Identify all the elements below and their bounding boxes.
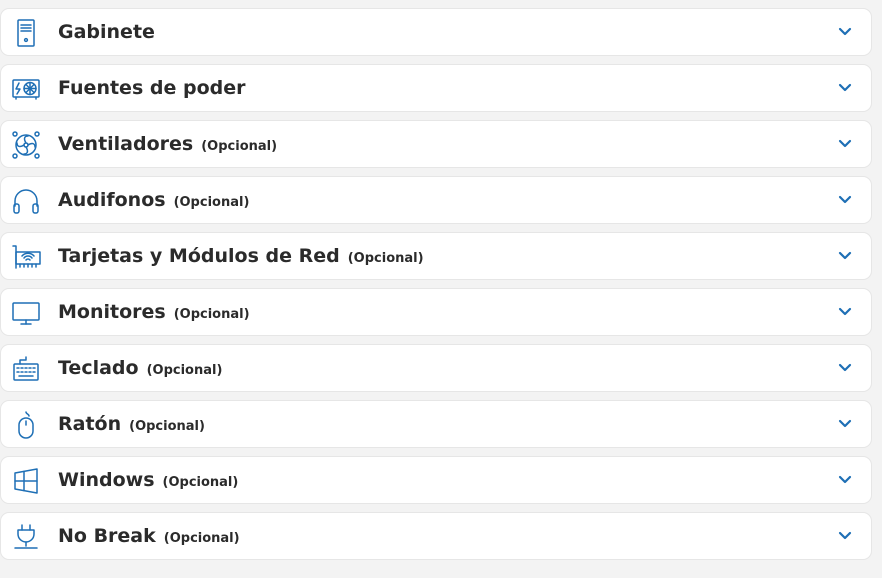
category-label: Ratón (Opcional): [58, 413, 205, 435]
category-row-gabinete[interactable]: Gabinete: [0, 8, 872, 56]
chevron-down-icon[interactable]: [837, 528, 853, 544]
category-label: Fuentes de poder: [58, 77, 246, 99]
category-row-windows[interactable]: Windows (Opcional): [0, 456, 872, 504]
headphones-icon: [10, 186, 42, 216]
component-category-list: Gabinete Fuentes de poder Ventiladores (O…: [0, 0, 882, 578]
optional-tag: (Opcional): [146, 363, 223, 378]
ups-plug-icon: [10, 522, 42, 552]
windows-icon: [10, 466, 42, 496]
category-row-no-break[interactable]: No Break (Opcional): [0, 512, 872, 560]
category-label: Windows (Opcional): [58, 469, 239, 491]
category-label: Ventiladores (Opcional): [58, 133, 278, 155]
optional-tag: (Opcional): [201, 139, 278, 154]
fan-icon: [10, 130, 42, 160]
chevron-down-icon[interactable]: [837, 24, 853, 40]
chevron-down-icon[interactable]: [837, 80, 853, 96]
power-supply-icon: [10, 74, 42, 104]
optional-tag: (Opcional): [347, 251, 424, 266]
category-row-audifonos[interactable]: Audifonos (Opcional): [0, 176, 872, 224]
chevron-down-icon[interactable]: [837, 248, 853, 264]
optional-tag: (Opcional): [129, 419, 205, 434]
chevron-down-icon[interactable]: [837, 360, 853, 376]
chevron-down-icon[interactable]: [837, 416, 853, 432]
network-card-icon: [10, 242, 42, 272]
chevron-down-icon[interactable]: [837, 304, 853, 320]
chevron-down-icon[interactable]: [837, 192, 853, 208]
category-label: Tarjetas y Módulos de Red (Opcional): [58, 245, 424, 267]
category-label: Monitores (Opcional): [58, 301, 250, 323]
optional-tag: (Opcional): [163, 531, 240, 546]
category-label: Gabinete: [58, 21, 155, 43]
category-row-ventiladores[interactable]: Ventiladores (Opcional): [0, 120, 872, 168]
monitor-icon: [10, 298, 42, 328]
category-label: Teclado (Opcional): [58, 357, 223, 379]
category-row-raton[interactable]: Ratón (Opcional): [0, 400, 872, 448]
chevron-down-icon[interactable]: [837, 136, 853, 152]
keyboard-icon: [10, 354, 42, 384]
chevron-down-icon[interactable]: [837, 472, 853, 488]
optional-tag: (Opcional): [162, 475, 239, 490]
category-row-fuentes-de-poder[interactable]: Fuentes de poder: [0, 64, 872, 112]
optional-tag: (Opcional): [173, 195, 250, 210]
category-label: No Break (Opcional): [58, 525, 240, 547]
mouse-icon: [10, 410, 42, 440]
category-row-tarjetas-y-modulos-de-red[interactable]: Tarjetas y Módulos de Red (Opcional): [0, 232, 872, 280]
pc-case-icon: [10, 18, 42, 48]
category-label: Audifonos (Opcional): [58, 189, 250, 211]
optional-tag: (Opcional): [173, 307, 250, 322]
category-row-teclado[interactable]: Teclado (Opcional): [0, 344, 872, 392]
category-row-monitores[interactable]: Monitores (Opcional): [0, 288, 872, 336]
